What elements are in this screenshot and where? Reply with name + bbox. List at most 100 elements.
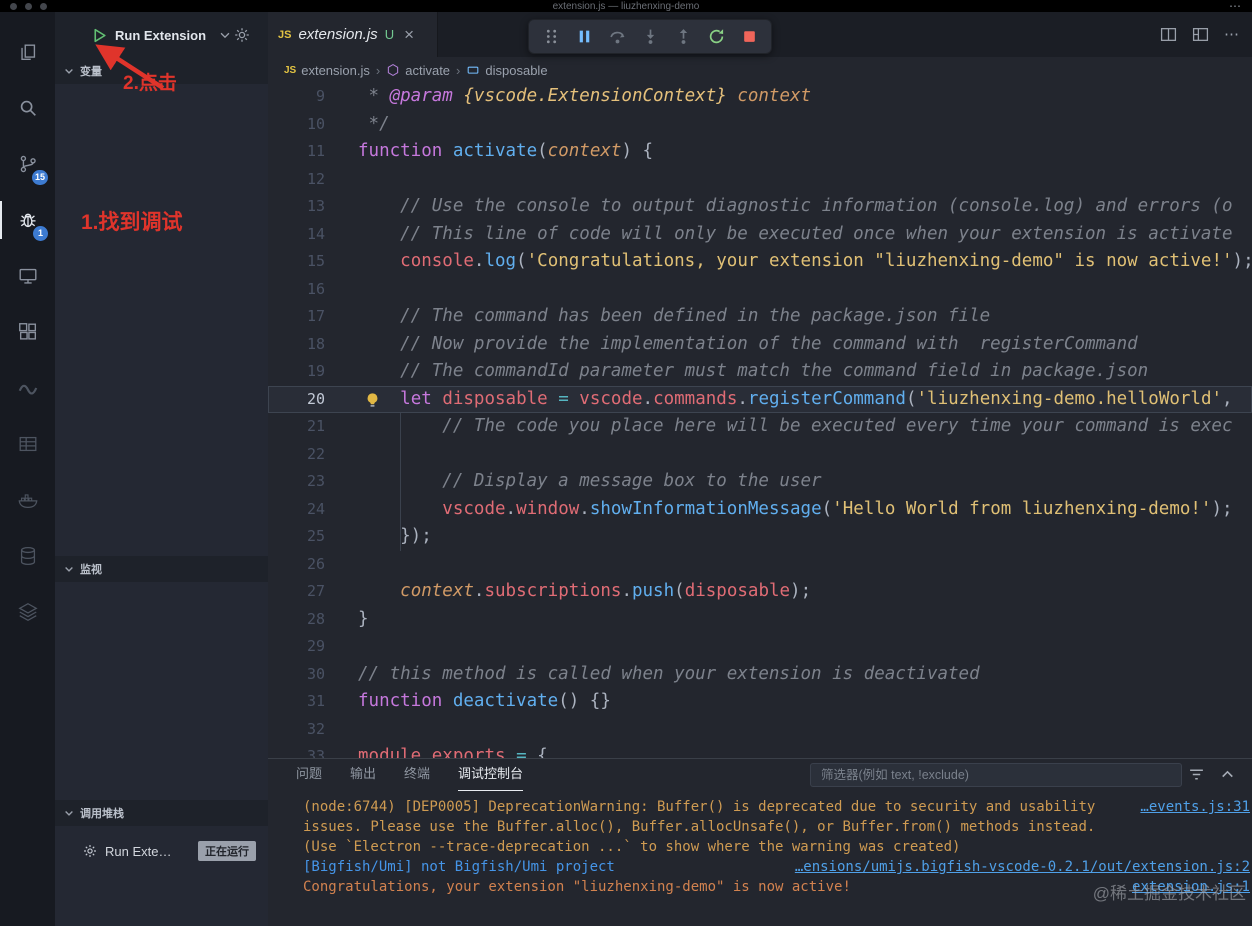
code-line-15[interactable]: 15 console.log('Congratulations, your ex… [268, 248, 1252, 276]
maximize-panel-icon[interactable] [1219, 766, 1236, 783]
code-line-16[interactable]: 16 [268, 276, 1252, 304]
line-content: console.log('Congratulations, your exten… [400, 251, 1252, 271]
code-line-23[interactable]: 23 // Display a message box to the user [268, 468, 1252, 496]
code-line-22[interactable]: 22 [268, 441, 1252, 469]
js-file-icon: JS [284, 64, 297, 76]
code-line-9[interactable]: 9 * @param {vscode.ExtensionContext} con… [268, 83, 1252, 111]
step-over-icon[interactable] [604, 24, 630, 50]
debug-config-dropdown-icon[interactable] [218, 28, 232, 42]
code-line-25[interactable]: 25 }); [268, 523, 1252, 551]
code-line-28[interactable]: 28} [268, 606, 1252, 634]
activity-item-extension-table[interactable] [0, 416, 55, 472]
more-actions-icon[interactable]: ⋯ [1224, 25, 1240, 43]
code-line-31[interactable]: 31 function deactivate() {} [268, 688, 1252, 716]
code-line-26[interactable]: 26 [268, 551, 1252, 579]
editor-actions: ⋯ [1160, 25, 1240, 43]
code-line-14[interactable]: 14 // This line of code will only be exe… [268, 221, 1252, 249]
filter-icon[interactable] [1188, 766, 1205, 783]
activity-item-source-control[interactable]: 15 [0, 136, 55, 192]
activity-item-database[interactable] [0, 528, 55, 584]
code-line-12[interactable]: 12 [268, 166, 1252, 194]
watch-section-header[interactable]: 监视 [55, 556, 268, 582]
panel-tab-终端[interactable]: 终端 [404, 759, 430, 791]
line-content [358, 166, 1252, 194]
close-tab-icon[interactable]: × [404, 26, 414, 43]
js-file-icon: JS [278, 28, 292, 41]
line-content: * @param {vscode.ExtensionContext} conte… [358, 86, 812, 106]
session-label: Run Exte… [105, 843, 172, 859]
code-line-19[interactable]: 19 // The commandId parameter must match… [268, 358, 1252, 386]
code-line-24[interactable]: 24 vscode.window.showInformationMessage(… [268, 496, 1252, 524]
step-out-icon[interactable] [670, 24, 696, 50]
drag-handle-icon[interactable] [538, 24, 564, 50]
start-debugging-button[interactable] [91, 27, 108, 44]
panel-tab-调试控制台[interactable]: 调试控制台 [458, 759, 524, 791]
lightbulb-icon[interactable] [364, 391, 381, 408]
vscode-window: extension.js — liuzhenxing-demo ⋯ 15 1 Ru… [0, 0, 1252, 926]
chevron-down-icon [63, 807, 75, 819]
line-number: 18 [306, 334, 325, 353]
activity-item-extension-wave[interactable] [0, 360, 55, 416]
code-line-13[interactable]: 13 // Use the console to output diagnost… [268, 193, 1252, 221]
code-line-29[interactable]: 29 [268, 633, 1252, 661]
restart-icon[interactable] [703, 24, 729, 50]
code-line-18[interactable]: 18 // Now provide the implementation of … [268, 331, 1252, 359]
code-line-20[interactable]: 20 let disposable = vscode.commands.regi… [268, 385, 1252, 413]
code-line-32[interactable]: 32 [268, 716, 1252, 744]
console-source-link[interactable]: …ensions/umijs.bigfish-vscode-0.2.1/out/… [795, 857, 1250, 877]
debug-toolbar [528, 19, 772, 54]
code-line-11[interactable]: 11 function activate(context) { [268, 138, 1252, 166]
chevron-down-icon [63, 65, 75, 77]
tab-extension-js[interactable]: JS extension.js U × [268, 12, 438, 57]
breadcrumb-item-activate[interactable]: activate [386, 63, 450, 78]
code-line-21[interactable]: 21 // The code you place here will be ex… [268, 413, 1252, 441]
breadcrumb-item-disposable[interactable]: disposable [466, 63, 548, 78]
code-editor[interactable]: 9 * @param {vscode.ExtensionContext} con… [268, 83, 1252, 758]
activity-item-run-and-debug[interactable]: 1 [0, 192, 55, 248]
debug-settings-gear-icon[interactable] [234, 27, 250, 43]
code-line-30[interactable]: 30 // this method is called when your ext… [268, 661, 1252, 689]
console-line: [Bigfish/Umi] not Bigfish/Umi project …en… [303, 857, 1250, 877]
code-line-27[interactable]: 27 context.subscriptions.push(disposable… [268, 578, 1252, 606]
activity-item-explorer[interactable] [0, 24, 55, 80]
window-more-icon[interactable]: ⋯ [1229, 0, 1242, 12]
variables-section-label: 变量 [80, 66, 102, 78]
console-source-link[interactable]: …events.js:31 [1140, 797, 1250, 817]
activity-item-layers[interactable] [0, 584, 55, 640]
callstack-session-row[interactable]: Run Exte… 正在运行 [55, 838, 268, 864]
console-filter-box[interactable] [810, 763, 1182, 787]
line-content [358, 441, 1252, 469]
title-bar: extension.js — liuzhenxing-demo ⋯ [0, 0, 1252, 12]
pause-icon[interactable] [571, 24, 597, 50]
activity-item-docker[interactable] [0, 472, 55, 528]
step-into-icon[interactable] [637, 24, 663, 50]
line-content: // Use the console to output diagnostic … [358, 196, 1233, 216]
code-line-33[interactable]: 33 module.exports = { [268, 743, 1252, 758]
debug-controls-header: Run Extension [55, 12, 268, 58]
layout-icon[interactable] [1192, 26, 1209, 43]
code-line-17[interactable]: 17 // The command has been defined in th… [268, 303, 1252, 331]
panel-tab-问题[interactable]: 问题 [296, 759, 322, 791]
line-content: // The command has been defined in the p… [358, 306, 991, 326]
indent-guide [400, 413, 401, 551]
line-number: 12 [306, 169, 325, 188]
activity-bar: 15 1 [0, 12, 55, 926]
activity-item-search[interactable] [0, 80, 55, 136]
panel-tab-输出[interactable]: 输出 [350, 759, 376, 791]
stop-icon[interactable] [736, 24, 762, 50]
console-filter-input[interactable] [819, 767, 1173, 783]
line-number: 14 [306, 224, 325, 243]
line-number: 20 [306, 389, 325, 408]
callstack-section-header[interactable]: 调用堆栈 [55, 800, 268, 826]
line-content: // This line of code will only be execut… [358, 223, 1233, 244]
activity-item-remote-explorer[interactable] [0, 248, 55, 304]
line-number: 26 [306, 554, 325, 573]
running-spinner-icon [83, 844, 97, 858]
breadcrumb-item-extension.js[interactable]: JS extension.js [284, 63, 370, 78]
line-number: 9 [315, 87, 325, 105]
annotation-step1: 1.找到调试 [81, 211, 183, 234]
code-line-10[interactable]: 10 */ [268, 111, 1252, 139]
line-number: 28 [306, 609, 325, 628]
split-editor-icon[interactable] [1160, 26, 1177, 43]
activity-item-extensions[interactable] [0, 304, 55, 360]
